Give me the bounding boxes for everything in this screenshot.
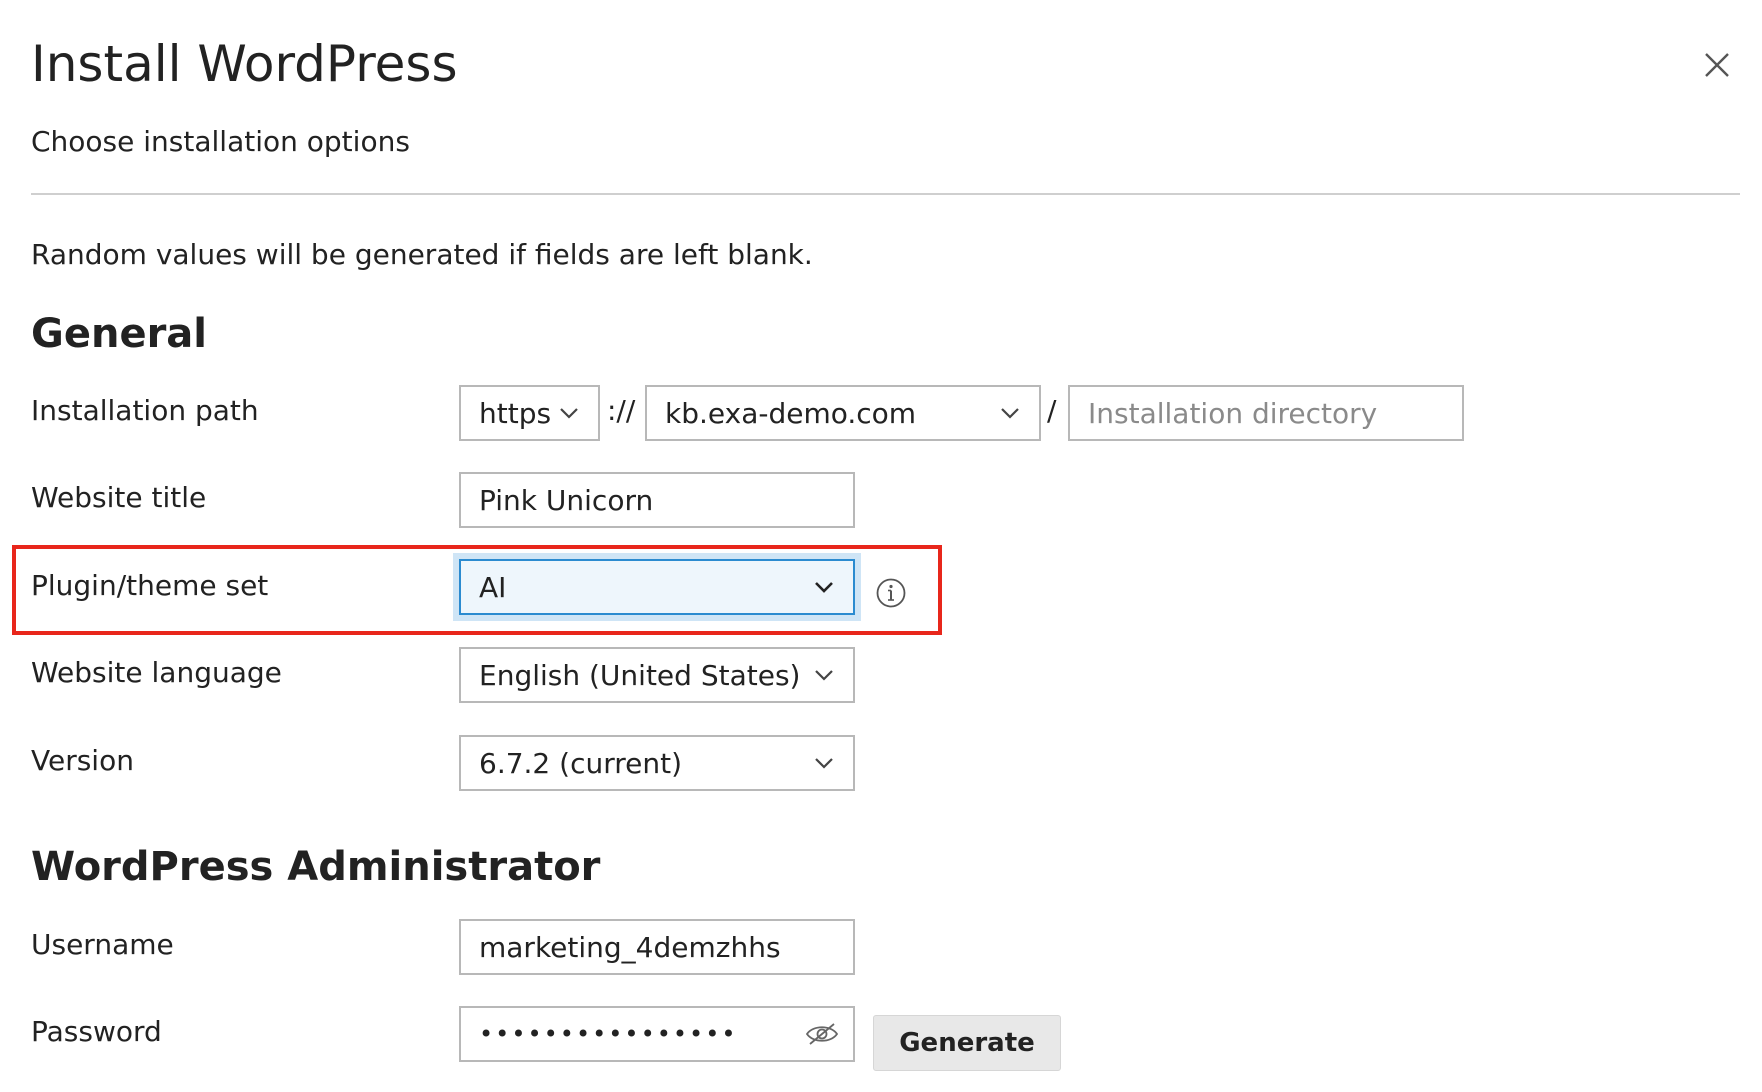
general-section-heading: General — [31, 311, 207, 357]
eye-off-icon[interactable] — [805, 1021, 839, 1047]
blank-fields-hint: Random values will be generated if field… — [31, 238, 813, 271]
website-language-value: English (United States) — [479, 658, 801, 692]
version-select[interactable]: 6.7.2 (current) — [459, 735, 855, 791]
header-divider — [31, 193, 1740, 195]
username-value: marketing_4demzhhs — [479, 930, 781, 964]
installation-directory-placeholder: Installation directory — [1088, 396, 1378, 430]
website-language-select[interactable]: English (United States) — [459, 647, 855, 703]
installation-path-label: Installation path — [31, 394, 259, 427]
chevron-down-icon — [815, 758, 833, 769]
username-input[interactable]: marketing_4demzhhs — [459, 919, 855, 975]
info-icon[interactable] — [875, 577, 907, 609]
installation-directory-input[interactable]: Installation directory — [1068, 385, 1464, 441]
domain-value: kb.exa-demo.com — [665, 396, 917, 430]
domain-select[interactable]: kb.exa-demo.com — [645, 385, 1041, 441]
password-value: •••••••••••••••• — [479, 1020, 738, 1048]
administrator-section-heading: WordPress Administrator — [31, 844, 601, 890]
dialog-title: Install WordPress — [31, 35, 458, 93]
version-label: Version — [31, 744, 134, 777]
plugin-theme-set-label: Plugin/theme set — [31, 569, 269, 602]
version-value: 6.7.2 (current) — [479, 746, 682, 780]
chevron-down-icon — [815, 670, 833, 681]
close-icon[interactable] — [1700, 48, 1734, 82]
path-slash: / — [1047, 394, 1057, 427]
username-label: Username — [31, 928, 174, 961]
password-label: Password — [31, 1015, 162, 1048]
website-language-label: Website language — [31, 656, 282, 689]
website-title-label: Website title — [31, 481, 207, 514]
chevron-down-icon — [1001, 408, 1019, 419]
protocol-select[interactable]: https — [459, 385, 600, 441]
chevron-down-icon — [560, 408, 578, 419]
website-title-input[interactable]: Pink Unicorn — [459, 472, 855, 528]
plugin-theme-set-select[interactable]: AI — [459, 559, 855, 615]
protocol-separator: :// — [607, 394, 636, 427]
generate-password-button[interactable]: Generate — [873, 1015, 1061, 1071]
password-input[interactable]: •••••••••••••••• — [459, 1006, 855, 1062]
dialog-subtitle: Choose installation options — [31, 125, 410, 158]
protocol-value: https — [479, 396, 552, 430]
plugin-theme-set-value: AI — [479, 570, 507, 604]
install-wordpress-dialog: Install WordPress Choose installation op… — [0, 0, 1762, 1092]
website-title-value: Pink Unicorn — [479, 483, 654, 517]
chevron-down-icon — [815, 582, 833, 593]
